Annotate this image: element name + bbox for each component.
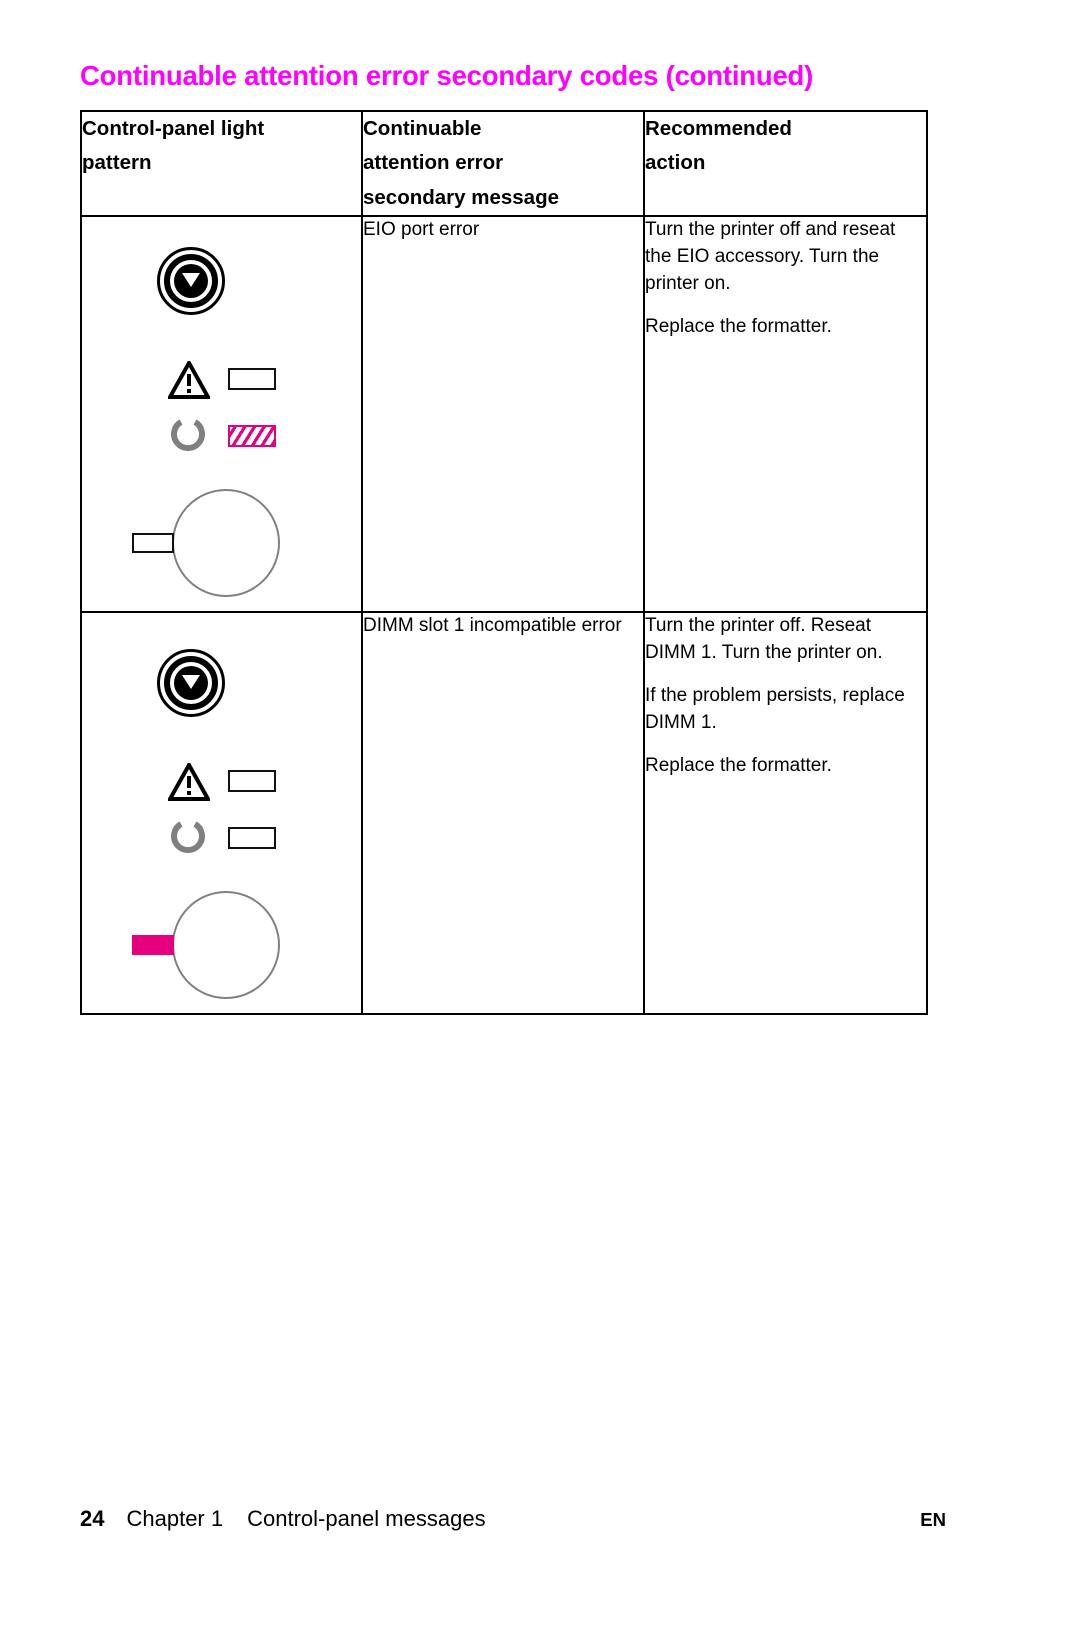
footer-left-group: 24 Chapter 1 Control-panel messages [80,1506,486,1532]
attention-led-indicator [228,368,276,391]
knob-tab-indicator [132,935,174,956]
light-pattern-cell-row2 [80,611,363,1016]
table-row: EIO port error Turn the printer off and … [80,215,928,614]
recommended-action-cell-row1: Turn the printer off and reseat the EIO … [643,215,928,614]
paper-knob-circle [172,891,280,1000]
secondary-message-cell-row2: DIMM slot 1 incompatible error [361,611,645,1016]
column-header-secondary-message: Continuable attention error secondary me… [361,109,645,218]
action-paragraph: Turn the printer off and reseat the EIO … [645,219,896,295]
footer-section-label: Control-panel messages [247,1506,486,1531]
action-paragraph: Turn the printer off. Reseat DIMM 1. Tur… [645,615,883,664]
secondary-message-text: DIMM slot 1 incompatible error [363,615,622,637]
error-codes-table: Control-panel light pattern Continuable … [80,109,928,1016]
column-header-recommended-action: Recommended action [643,109,928,218]
paper-knob-circle [172,489,280,598]
page-title: Continuable attention error secondary co… [80,60,814,91]
header-line: secondary message [363,185,560,209]
ready-led-indicator [228,827,276,850]
header-line: Control-panel light [82,117,265,140]
ready-c-icon [170,821,206,857]
secondary-message-cell-row1: EIO port error [361,215,645,614]
header-line: attention error [363,151,504,175]
attention-led-indicator [228,770,276,793]
header-line: action [645,151,706,175]
control-panel-illustration-row1 [110,241,370,611]
warning-triangle-icon [168,763,210,802]
ready-led-indicator [228,425,276,448]
control-panel-illustration-row2 [110,643,370,1013]
action-paragraph: Replace the formatter. [645,316,832,338]
footer-language-code: EN [920,1509,946,1530]
go-button-icon [157,247,225,316]
go-triangle-glyph [182,273,200,288]
table-header-row: Control-panel light pattern Continuable … [80,109,928,218]
header-line: Recommended [645,117,792,140]
column-header-light-pattern: Control-panel light pattern [80,109,363,218]
page-footer: 24 Chapter 1 Control-panel messages EN [80,1506,946,1540]
footer-chapter-label: Chapter 1 [126,1506,224,1531]
footer-page-number: 24 [80,1506,105,1531]
recommended-action-cell-row2: Turn the printer off. Reseat DIMM 1. Tur… [643,611,928,1016]
light-pattern-cell-row1 [80,215,363,614]
go-triangle-glyph [182,675,200,690]
document-page: Continuable attention error secondary co… [0,0,1080,1651]
action-paragraph: If the problem persists, replace DIMM 1. [645,685,905,734]
header-line: pattern [82,151,152,175]
go-button-icon [157,649,225,718]
warning-triangle-icon [168,361,210,400]
secondary-message-text: EIO port error [363,219,480,241]
header-line: Continuable [363,117,482,140]
table-row: DIMM slot 1 incompatible error Turn the … [80,611,928,1016]
knob-tab-indicator [132,533,174,554]
ready-c-icon [170,419,206,455]
action-paragraph: Replace the formatter. [645,755,832,777]
